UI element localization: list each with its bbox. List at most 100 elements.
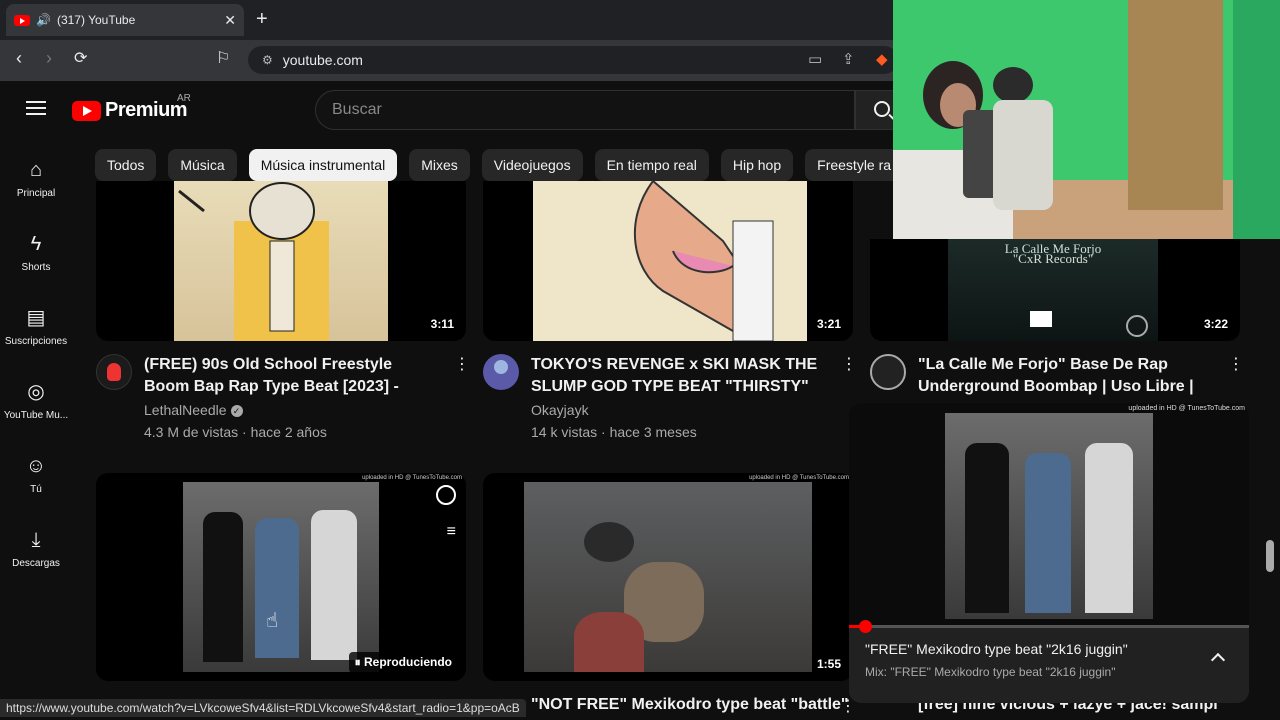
guide-label: YouTube Mu...	[3, 409, 69, 421]
watermark-text: uploaded in HD @ TunesToTube.com	[1128, 405, 1245, 412]
miniplayer-title[interactable]: "FREE" Mexikodro type beat "2k16 juggin"	[865, 641, 1128, 657]
advisory-label	[1030, 311, 1052, 327]
guide-item-youtube-music[interactable]: ◎ YouTube Mu...	[0, 363, 72, 437]
miniplayer-art	[945, 413, 1153, 619]
search-input[interactable]	[332, 101, 854, 119]
miniplayer-progress[interactable]	[849, 620, 1249, 633]
more-options-icon[interactable]: ⋮	[841, 354, 857, 374]
browser-tab[interactable]: 🔊 (317) YouTube ✕	[6, 4, 244, 36]
chip-hip-hop[interactable]: Hip hop	[720, 149, 794, 181]
webcam-overlay	[893, 0, 1280, 239]
now-playing-badge: ⏸ Reproduciendo	[348, 652, 458, 673]
reload-icon[interactable]: ⟳	[74, 48, 87, 68]
chip-freestyle[interactable]: Freestyle ra	[805, 149, 904, 181]
verified-icon: ✓	[230, 405, 243, 418]
now-playing-label: Reproduciendo	[363, 655, 452, 669]
add-to-queue-icon[interactable]: ≡	[447, 523, 456, 541]
video-duration: 1:55	[812, 655, 845, 673]
you-icon: ☺	[25, 454, 47, 477]
guide-item-suscripciones[interactable]: ▤ Suscripciones	[0, 289, 72, 363]
miniplayer-subtitle: Mix: "FREE" Mexikodro type beat "2k16 ju…	[865, 665, 1116, 679]
video-details: "La Calle Me Forjo" Base De Rap Undergro…	[870, 354, 1244, 398]
video-thumbnail[interactable]: La Calle Me Forjo "CxR Records" 3:22	[870, 239, 1240, 341]
url-text: youtube.com	[282, 52, 363, 68]
page-scrollbar-thumb[interactable]	[1266, 540, 1274, 572]
tab-title: (317) YouTube	[56, 13, 136, 27]
video-thumbnail[interactable]: uploaded in HD @ TunesToTube.com 1:55	[483, 473, 853, 681]
chip-en-tiempo-real[interactable]: En tiempo real	[594, 149, 709, 181]
miniplayer-video[interactable]: uploaded in HD @ TunesToTube.com	[849, 403, 1249, 625]
shorts-icon: ϟ	[30, 232, 42, 255]
guide-item-descargas[interactable]: ⤓ Descargas	[0, 511, 72, 585]
youtube-logo[interactable]: Premium AR	[72, 93, 191, 122]
guide-label: Suscripciones	[4, 335, 68, 347]
video-thumbnail[interactable]: 3:11	[96, 181, 466, 341]
video-duration: 3:22	[1199, 315, 1232, 333]
bookmark-icon[interactable]: ⚐	[216, 48, 230, 68]
youtube-favicon-icon	[14, 14, 30, 26]
more-options-icon[interactable]: ⋮	[1228, 354, 1244, 374]
download-icon: ⤓	[31, 528, 41, 551]
mouse-cursor-icon: ☝	[266, 610, 279, 632]
back-icon[interactable]: ‹	[16, 48, 22, 69]
video-thumbnail[interactable]: 3:21	[483, 181, 853, 341]
video-title[interactable]: TOKYO'S REVENGE x SKI MASK THE SLUMP GOD…	[531, 354, 821, 398]
cxr-logo	[1126, 315, 1148, 337]
chevron-up-icon[interactable]	[1210, 652, 1226, 668]
thumbnail-art	[183, 482, 379, 672]
chip-musica[interactable]: Música	[168, 149, 237, 181]
guide-label: Descargas	[12, 557, 60, 569]
filter-chips: Todos Música Música instrumental Mixes V…	[95, 149, 904, 181]
watermark-text: uploaded in HD @ TunesToTube.com	[749, 475, 849, 481]
cast-icon[interactable]: ▭	[808, 50, 822, 68]
thumbnail-art: La Calle Me Forjo "CxR Records"	[948, 239, 1158, 341]
logo-text: Premium	[105, 99, 188, 121]
share-icon[interactable]: ⇪	[842, 50, 855, 68]
forward-icon[interactable]: ›	[46, 48, 52, 69]
chip-todos[interactable]: Todos	[95, 149, 157, 181]
video-title[interactable]: "NOT FREE" Mexikodro type beat "battle"	[531, 696, 849, 714]
video-duration: 3:11	[426, 315, 458, 333]
channel-avatar[interactable]	[96, 354, 132, 390]
youtube-music-icon: ◎	[27, 380, 45, 403]
brave-shield-icon[interactable]: ◆	[876, 50, 888, 68]
home-icon: ⌂	[29, 158, 43, 181]
subscriptions-icon: ▤	[26, 306, 46, 329]
channel-avatar[interactable]	[483, 354, 519, 390]
region-code: AR	[177, 93, 191, 104]
chip-musica-instrumental[interactable]: Música instrumental	[248, 149, 398, 181]
video-title[interactable]: (FREE) 90s Old School Freestyle Boom Bap…	[144, 354, 434, 398]
video-thumbnail-playing[interactable]: uploaded in HD @ TunesToTube.com ≡ ⏸ Rep…	[96, 473, 466, 681]
guide-item-principal[interactable]: ⌂ Principal	[0, 141, 72, 215]
video-duration: 3:21	[812, 315, 845, 333]
channel-name[interactable]: Okayjayk	[531, 402, 589, 418]
search-box[interactable]	[315, 90, 855, 130]
guide-item-tu[interactable]: ☺ Tú	[0, 437, 72, 511]
channel-avatar[interactable]	[870, 354, 906, 390]
watermark-text: uploaded in HD @ TunesToTube.com	[362, 475, 462, 481]
cover-label: "CxR Records"	[1012, 251, 1094, 266]
guide-label: Principal	[16, 187, 56, 199]
guide-item-shorts[interactable]: ϟ Shorts	[0, 215, 72, 289]
new-tab-icon[interactable]: +	[256, 8, 268, 31]
chip-mixes[interactable]: Mixes	[409, 149, 470, 181]
chip-videojuegos[interactable]: Videojuegos	[481, 149, 583, 181]
channel-name[interactable]: LethalNeedle ✓	[144, 402, 243, 418]
close-icon[interactable]: ✕	[224, 12, 236, 29]
site-info-icon[interactable]: ⚙	[262, 53, 273, 67]
search-icon	[874, 101, 890, 117]
video-details: TOKYO'S REVENGE x SKI MASK THE SLUMP GOD…	[483, 354, 857, 444]
cartoon-art	[633, 181, 774, 341]
skeleton-art	[178, 182, 329, 341]
menu-icon[interactable]	[26, 101, 46, 115]
screen: 🔊 (317) YouTube ✕ + ‹ › ⟳ ⚐ ⚙ youtube.co…	[0, 0, 1280, 720]
watch-later-icon[interactable]	[436, 485, 456, 505]
more-options-icon[interactable]: ⋮	[454, 354, 470, 374]
video-title[interactable]: "La Calle Me Forjo" Base De Rap Undergro…	[918, 354, 1208, 398]
progress-knob[interactable]	[859, 620, 872, 633]
speaker-icon[interactable]: 🔊	[36, 13, 51, 27]
address-bar[interactable]: ⚙ youtube.com	[248, 46, 898, 74]
miniplayer[interactable]: uploaded in HD @ TunesToTube.com "FREE" …	[849, 403, 1249, 703]
guide-label: Tú	[30, 483, 42, 495]
video-stats: 14 k vistas · hace 3 meses	[531, 424, 697, 440]
